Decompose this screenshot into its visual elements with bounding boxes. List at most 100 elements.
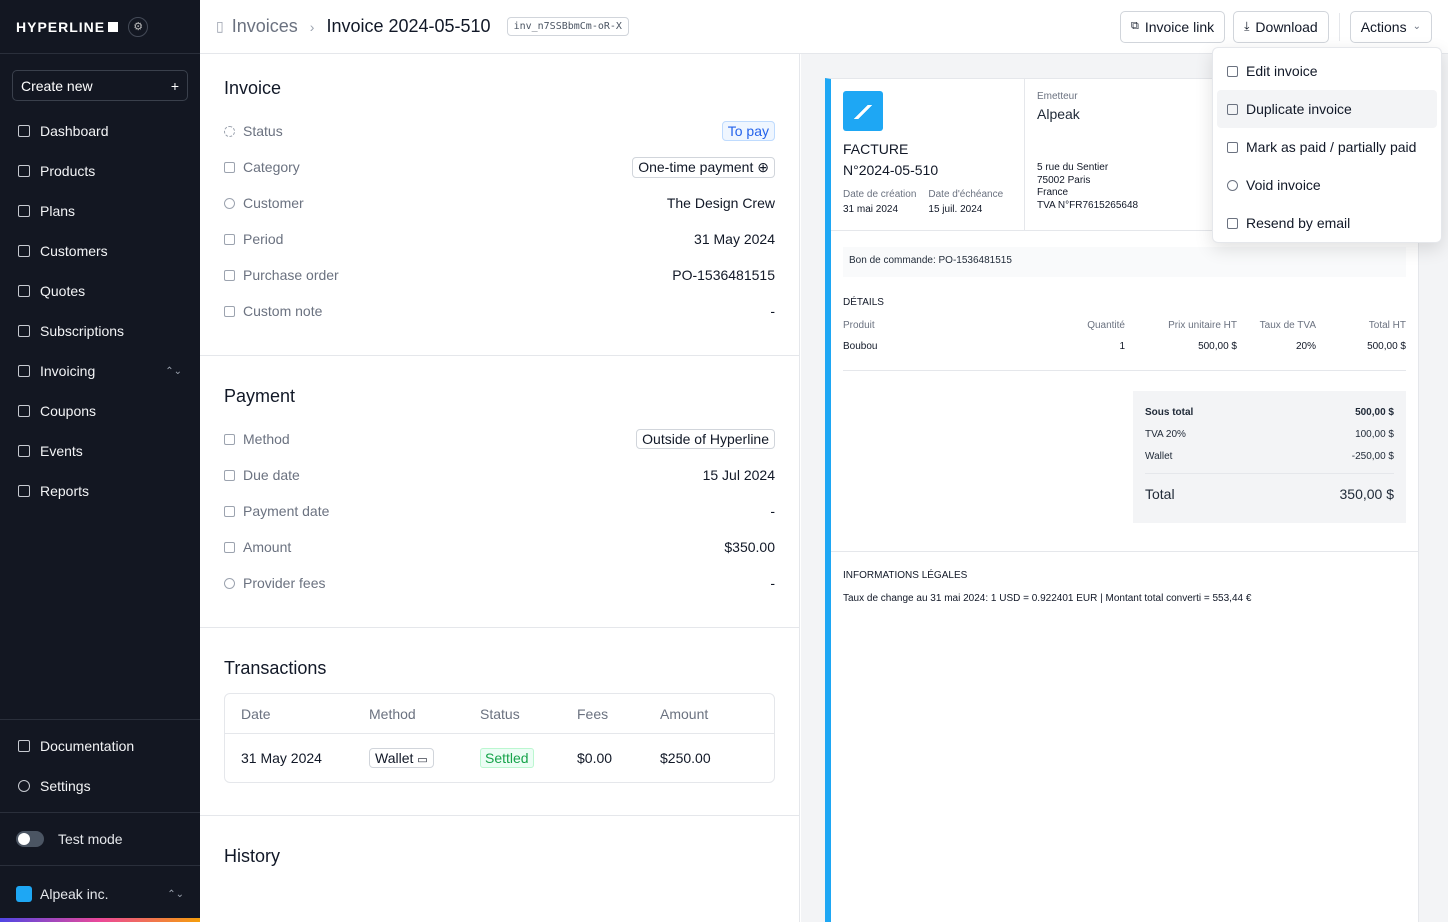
menu-item-duplicate-invoice[interactable]: Duplicate invoice xyxy=(1217,90,1437,128)
row-label: Method xyxy=(243,431,290,447)
details-header: Produit Quantité Prix unitaire HT Taux d… xyxy=(843,320,1406,331)
sidebar-item-products[interactable]: Products xyxy=(0,151,200,191)
legal-info: INFORMATIONS LÉGALES Taux de change au 3… xyxy=(831,551,1418,622)
doc-number: N°2024-05-510 xyxy=(843,162,939,178)
category-value: One-time payment xyxy=(638,158,754,175)
database-icon xyxy=(18,445,30,457)
row-label: Provider fees xyxy=(243,575,326,591)
sidebar-item-customers[interactable]: Customers xyxy=(0,231,200,271)
rainbow-bar xyxy=(0,918,200,922)
section-title: Transactions xyxy=(224,658,327,678)
doc-dates: Date de création 31 mai 2024 Date d'échéa… xyxy=(843,189,1012,215)
sidebar-item-plans[interactable]: Plans xyxy=(0,191,200,231)
credit-card-icon xyxy=(224,433,235,445)
divider xyxy=(1338,12,1340,41)
provider-fees-value: - xyxy=(770,575,775,591)
invoice-id-badge[interactable]: inv_n7SSBbmCm-oR-X xyxy=(506,17,629,36)
status-row: Status To pay xyxy=(224,113,775,149)
row-label: Custom note xyxy=(243,303,323,319)
actions-label: Actions xyxy=(1360,18,1407,35)
sidebar-item-coupons[interactable]: Coupons xyxy=(0,391,200,431)
page-title: Invoice 2024-05-510 xyxy=(326,16,491,36)
sidebar-item-invoicing[interactable]: Invoicing ⌃⌄ xyxy=(0,351,200,391)
column-header: Amount xyxy=(660,705,709,722)
amount-value: $350.00 xyxy=(724,539,775,555)
totals-value: 500,00 $ xyxy=(1355,406,1394,418)
logo[interactable]: HYPERLINE xyxy=(16,19,119,35)
menu-item-edit-invoice[interactable]: Edit invoice xyxy=(1217,52,1437,90)
doc-header-left: FACTURE N°2024-05-510 Date de création 31… xyxy=(831,79,1025,230)
sidebar-item-settings[interactable]: Settings xyxy=(0,766,200,806)
chevron-updown-icon: ⌃⌄ xyxy=(167,888,184,900)
detail-unit-price: 500,00 $ xyxy=(1198,341,1237,352)
amount-row: Amount $350.00 xyxy=(224,529,775,565)
sidebar-item-quotes[interactable]: Quotes xyxy=(0,271,200,311)
plus-icon: + xyxy=(170,77,179,94)
menu-item-label: Resend by email xyxy=(1246,215,1351,231)
actions-button[interactable]: Actions ⌄ xyxy=(1349,10,1432,43)
totals-value: -250,00 $ xyxy=(1351,450,1394,462)
doc-title: FACTURE xyxy=(843,141,909,157)
org-switcher[interactable]: Alpeak inc. ⌃⌄ xyxy=(0,865,200,922)
test-mode-toggle[interactable] xyxy=(16,831,44,847)
method-row: Method Outside of Hyperline xyxy=(224,421,775,457)
transactions-table: Date Method Status Fees Amount 31 May 20… xyxy=(224,693,775,783)
menu-item-resend-by-email[interactable]: Resend by email xyxy=(1217,204,1437,242)
purchase-order-row: Purchase order PO-1536481515 xyxy=(224,257,775,293)
detail-total: 500,00 $ xyxy=(1367,341,1406,352)
totals-row: Wallet -250,00 $ xyxy=(1145,445,1394,467)
column-header: Taux de TVA xyxy=(1259,320,1316,331)
category-badge[interactable]: One-time payment ⊕ xyxy=(632,156,775,178)
book-icon xyxy=(18,205,30,217)
sidebar-item-documentation[interactable]: Documentation xyxy=(0,726,200,766)
table-header: Date Method Status Fees Amount xyxy=(225,694,774,734)
tx-date: 31 May 2024 xyxy=(241,750,322,766)
download-button[interactable]: ⤓ Download xyxy=(1233,10,1329,43)
topbar-actions: ⧉ Invoice link ⤓ Download Actions ⌄ xyxy=(1119,10,1432,43)
edit-icon xyxy=(1227,65,1238,77)
logo-square xyxy=(108,21,119,32)
bar-chart-icon xyxy=(18,485,30,497)
details-table: DÉTAILS Produit Quantité Prix unitaire H… xyxy=(831,277,1418,371)
gear-icon xyxy=(18,780,30,792)
table-row[interactable]: 31 May 2024 Wallet ▭ Settled $0.00 $250.… xyxy=(225,734,774,782)
breadcrumb-invoices[interactable]: Invoices xyxy=(232,16,298,37)
menu-item-mark-as-paid[interactable]: Mark as paid / partially paid xyxy=(1217,128,1437,166)
details-title: DÉTAILS xyxy=(843,297,884,308)
mountain-icon xyxy=(847,105,879,119)
sidebar-item-events[interactable]: Events xyxy=(0,431,200,471)
customer-link[interactable]: The Design Crew xyxy=(667,195,775,211)
coins-icon xyxy=(224,577,235,589)
menu-item-label: Void invoice xyxy=(1246,177,1321,193)
calendar-icon xyxy=(224,469,235,481)
menu-item-label: Duplicate invoice xyxy=(1246,101,1352,117)
edit-icon xyxy=(1227,141,1238,153)
test-mode-row: Test mode xyxy=(0,812,200,865)
date-value: 15 juil. 2024 xyxy=(928,204,983,215)
row-label: Status xyxy=(243,123,283,139)
sidebar-item-subscriptions[interactable]: Subscriptions xyxy=(0,311,200,351)
invoice-link-button[interactable]: ⧉ Invoice link xyxy=(1119,10,1226,43)
create-new-button[interactable]: Create new + xyxy=(12,70,188,101)
totals-label: TVA 20% xyxy=(1145,428,1186,440)
chart-line-icon xyxy=(18,125,30,137)
sidebar-item-label: Products xyxy=(40,163,96,179)
totals-row: TVA 20% 100,00 $ xyxy=(1145,423,1394,445)
row-label: Customer xyxy=(243,195,304,211)
test-mode-label: Test mode xyxy=(58,831,123,847)
note-icon xyxy=(224,269,235,281)
org-logo-icon xyxy=(16,886,32,902)
cube-icon xyxy=(18,165,30,177)
sidebar-item-reports[interactable]: Reports xyxy=(0,471,200,511)
create-new-label: Create new xyxy=(21,77,93,94)
column-header: Total HT xyxy=(1368,320,1406,331)
menu-item-label: Edit invoice xyxy=(1246,63,1318,79)
book-open-icon xyxy=(18,740,30,752)
calendar-check-icon xyxy=(224,505,235,517)
sidebar-item-dashboard[interactable]: Dashboard xyxy=(0,111,200,151)
totals-value: 100,00 $ xyxy=(1355,428,1394,440)
sidebar-item-label: Customers xyxy=(40,243,108,259)
menu-item-void-invoice[interactable]: Void invoice xyxy=(1217,166,1437,204)
column-header: Method xyxy=(369,705,416,722)
settings-gear-icon[interactable]: ⚙ xyxy=(128,16,149,37)
